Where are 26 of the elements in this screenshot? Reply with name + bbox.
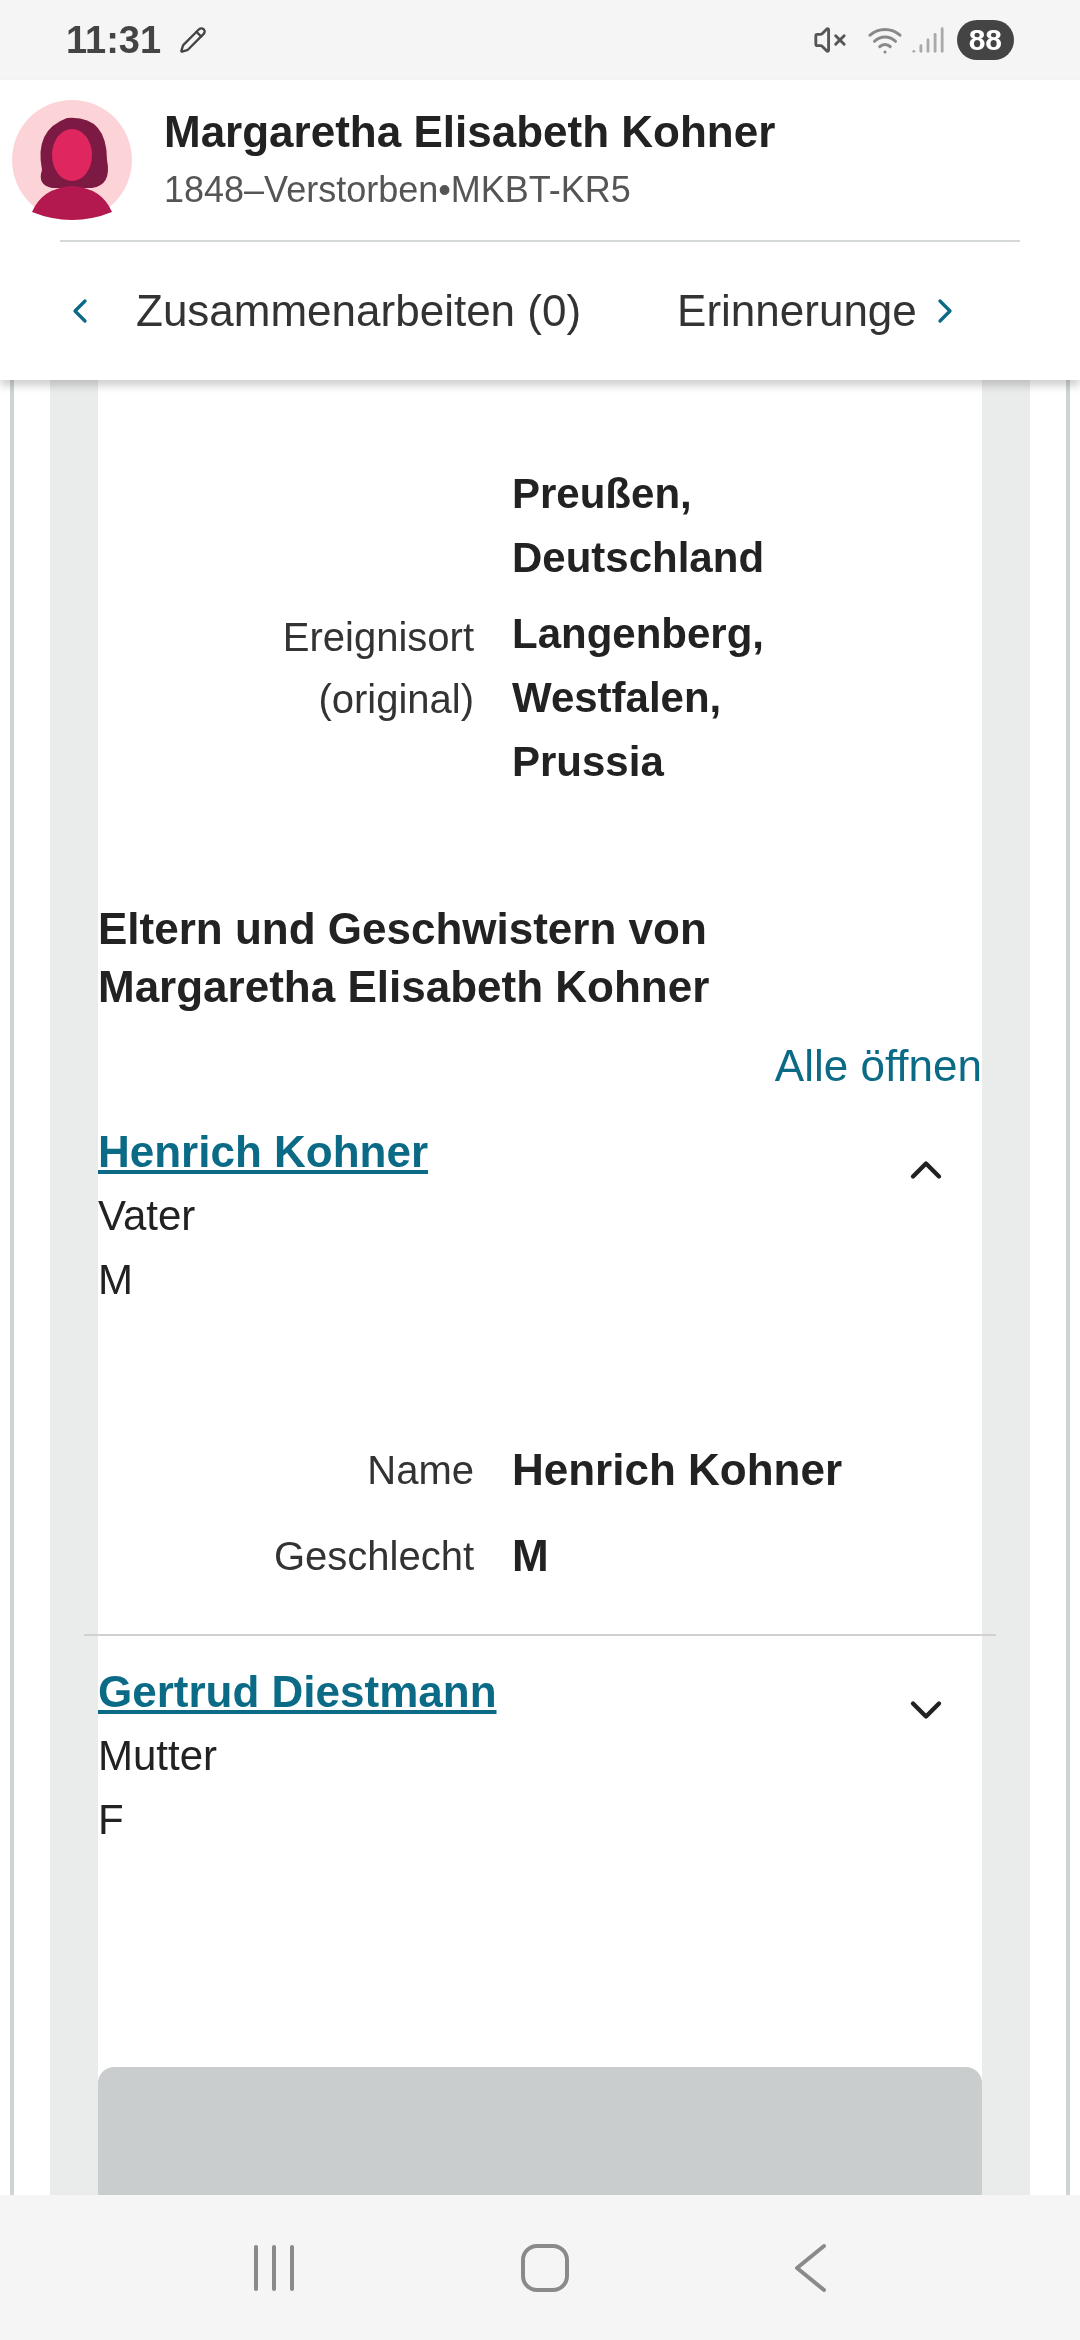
person-link[interactable]: Gertrud Diestmann (98, 1660, 497, 1724)
battery-indicator: 88 (956, 20, 1014, 60)
person-link[interactable]: Henrich Kohner (98, 1120, 429, 1184)
relation-label: Mutter (98, 1731, 219, 1781)
detail-value: M (512, 1530, 549, 1582)
expand-all-link[interactable]: Alle öffnen (774, 1036, 982, 1096)
sex-label: F (98, 1795, 125, 1845)
sex-label: M (98, 1255, 134, 1305)
detail-label: Name (367, 1447, 474, 1494)
section-heading: Eltern und Geschwistern von Margaretha Elisabeth Kohner (98, 903, 711, 1013)
relation-label: Vater (98, 1191, 197, 1241)
status-time: 11:31 (66, 17, 162, 63)
fact-label: Ereignisort (original) (281, 614, 474, 723)
detail-value: Henrich Kohner (512, 1444, 843, 1496)
person-name: Margaretha Elisabeth Kohner (164, 106, 776, 158)
detail-label: Geschlecht (273, 1533, 474, 1580)
avatar-icon (12, 100, 132, 220)
back-icon[interactable] (794, 2242, 828, 2293)
person-subtitle: 1848–Verstorben•MKBT-KR5 (164, 168, 632, 212)
tab[interactable]: Erinnerunge (677, 278, 917, 344)
fact-value: Preußen, Deutschland (512, 469, 766, 583)
home-icon[interactable] (520, 2242, 570, 2293)
tab[interactable]: Zusammenarbeiten (0) (136, 278, 582, 344)
fact-value: Langenberg, Westfalen, Prussia (512, 609, 766, 787)
pen-icon (179, 26, 208, 54)
recent-apps-icon[interactable] (252, 2243, 296, 2292)
